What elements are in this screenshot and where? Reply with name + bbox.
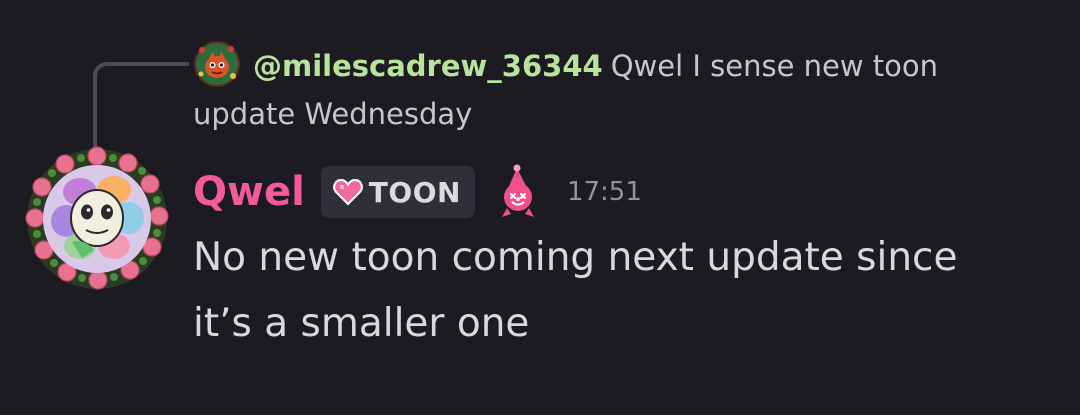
message-timestamp[interactable]: 17:51 [567,164,642,220]
pink-heart-icon [333,178,363,206]
reply-author-name[interactable]: @milescadrew_36344 [253,49,603,83]
message-content-line: it’s a smaller one [193,301,530,346]
author-name[interactable]: Qwel [193,164,305,220]
message-content-line: No new toon coming next update since [193,235,958,280]
reply-connector-line [93,62,189,154]
author-avatar[interactable] [24,146,170,292]
tag-label: TOON [368,175,461,209]
reply-preview[interactable]: @milescadrew_36344 Qwel I sense new toon [253,44,938,88]
reply-text-continued: update Wednesday [193,97,473,131]
reply-text: Qwel I sense new toon [610,49,939,83]
message-header: Qwel TOON 17:51 [193,164,642,220]
pink-clown-icon[interactable] [489,164,545,220]
chat-message: @milescadrew_36344 Qwel I sense new toon … [0,0,1080,415]
server-tag-badge[interactable]: TOON [320,166,475,218]
reply-author-avatar[interactable] [193,40,241,88]
